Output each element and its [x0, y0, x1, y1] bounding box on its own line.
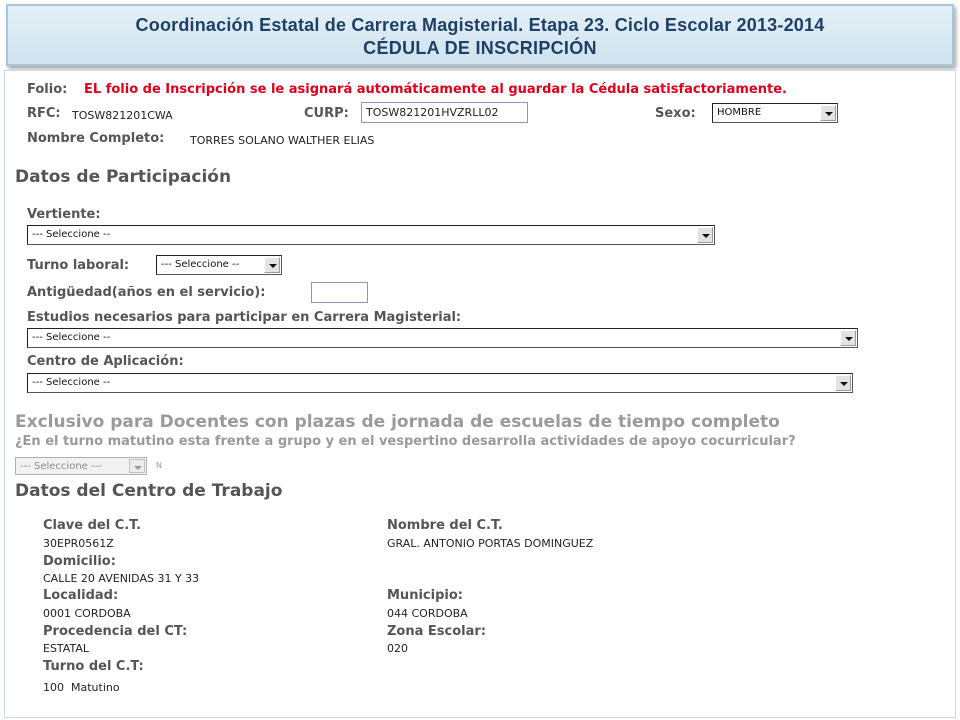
- clave-ct-value: 30EPR0561Z: [43, 537, 114, 550]
- centro-aplicacion-select[interactable]: --- Seleccione --: [27, 373, 853, 393]
- vertiente-select[interactable]: --- Seleccione --: [27, 225, 715, 245]
- chevron-down-icon[interactable]: [129, 459, 145, 473]
- exclusivo-selected-value: --- Seleccione ---: [20, 461, 102, 472]
- rfc-label: RFC:: [27, 106, 61, 121]
- turno-laboral-selected-value: --- Seleccione --: [161, 259, 240, 270]
- chevron-down-icon[interactable]: [264, 257, 280, 273]
- antiguedad-field[interactable]: [311, 282, 368, 303]
- domicilio-label: Domicilio:: [43, 554, 116, 569]
- procedencia-value: ESTATAL: [43, 642, 89, 655]
- municipio-value: 044 CORDOBA: [387, 607, 468, 620]
- estudios-label: Estudios necesarios para participar en C…: [27, 310, 462, 325]
- estudios-select[interactable]: --- Seleccione --: [27, 328, 858, 348]
- chevron-down-icon[interactable]: [840, 330, 856, 346]
- estudios-selected-value: --- Seleccione --: [32, 332, 111, 343]
- sexo-selected-value: HOMBRE: [717, 107, 762, 118]
- header-banner: Coordinación Estatal de Carrera Magister…: [6, 4, 954, 66]
- centro-aplicacion-label: Centro de Aplicación:: [27, 354, 184, 369]
- centro-aplicacion-selected-value: --- Seleccione --: [32, 377, 111, 388]
- header-subtitle: CÉDULA DE INSCRIPCIÓN: [363, 38, 597, 58]
- header-title: Coordinación Estatal de Carrera Magister…: [135, 15, 825, 35]
- exclusivo-select[interactable]: --- Seleccione ---: [15, 457, 147, 475]
- section-title-participacion: Datos de Participación: [15, 167, 232, 187]
- curp-field[interactable]: TOSW821201HVZRLL02: [361, 102, 528, 123]
- domicilio-value: CALLE 20 AVENIDAS 31 Y 33: [43, 572, 200, 585]
- antiguedad-label: Antigüedad(años en el servicio):: [27, 285, 266, 300]
- curp-label: CURP:: [304, 106, 349, 121]
- sexo-label: Sexo:: [655, 106, 696, 121]
- rfc-value: TOSW821201CWA: [72, 109, 173, 122]
- chevron-down-icon[interactable]: [820, 105, 836, 121]
- nombre-completo-value: TORRES SOLANO WALTHER ELIAS: [190, 134, 375, 147]
- exclusivo-question: ¿En el turno matutino esta frente a grup…: [15, 434, 796, 449]
- section-title-centro-trabajo: Datos del Centro de Trabajo: [15, 481, 283, 501]
- nombre-ct-label: Nombre del C.T.: [387, 518, 503, 533]
- exclusivo-hint: N: [156, 461, 162, 470]
- vertiente-selected-value: --- Seleccione --: [32, 229, 111, 240]
- vertiente-label: Vertiente:: [27, 207, 101, 222]
- nombre-ct-value: GRAL. ANTONIO PORTAS DOMINGUEZ: [387, 537, 594, 550]
- folio-label: Folio:: [27, 82, 68, 97]
- zona-escolar-label: Zona Escolar:: [387, 624, 487, 639]
- section-title-exclusivo: Exclusivo para Docentes con plazas de jo…: [15, 412, 780, 432]
- clave-ct-label: Clave del C.T.: [43, 518, 142, 533]
- localidad-label: Localidad:: [43, 588, 119, 603]
- turno-ct-label: Turno del C.T:: [43, 659, 144, 674]
- turno-laboral-label: Turno laboral:: [27, 258, 130, 273]
- turno-ct-value: 100 Matutino: [43, 681, 120, 694]
- municipio-label: Municipio:: [387, 588, 463, 603]
- chevron-down-icon[interactable]: [697, 227, 713, 243]
- turno-laboral-select[interactable]: --- Seleccione --: [156, 255, 282, 275]
- zona-escolar-value: 020: [387, 642, 408, 655]
- procedencia-label: Procedencia del CT:: [43, 624, 188, 639]
- sexo-select[interactable]: HOMBRE: [712, 103, 838, 123]
- folio-message: EL folio de Inscripción se le asignará a…: [84, 82, 787, 97]
- localidad-value: 0001 CORDOBA: [43, 607, 131, 620]
- nombre-completo-label: Nombre Completo:: [27, 131, 165, 146]
- chevron-down-icon[interactable]: [835, 375, 851, 391]
